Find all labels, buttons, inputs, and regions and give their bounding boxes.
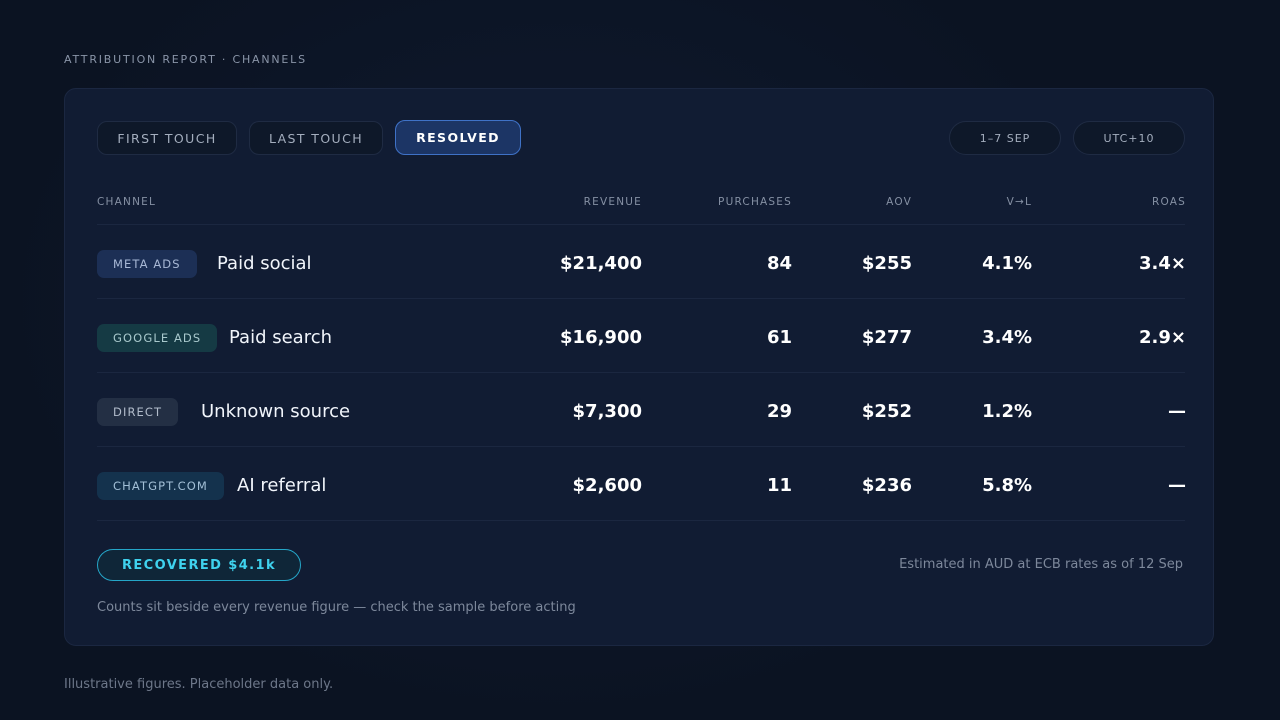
currency-estimate-note: Estimated in AUD at ECB rates as of 12 S… bbox=[899, 557, 1183, 572]
purchases-value: 11 bbox=[766, 475, 792, 496]
header-revenue: REVENUE bbox=[583, 196, 642, 208]
table-row[interactable]: GOOGLE ADS Paid search $16,900 61 $277 3… bbox=[65, 299, 1215, 373]
table-row[interactable]: DIRECT Unknown source $7,300 29 $252 1.2… bbox=[65, 373, 1215, 447]
purchases-value: 84 bbox=[766, 253, 792, 274]
aov-value: $255 bbox=[861, 253, 912, 274]
revenue-value: $21,400 bbox=[560, 253, 642, 274]
aov-value: $252 bbox=[861, 401, 912, 422]
revenue-value: $7,300 bbox=[572, 401, 642, 422]
v-l-value: 3.4% bbox=[982, 327, 1032, 348]
channel-tag: CHATGPT.COM bbox=[97, 472, 224, 500]
attribution-panel: FIRST TOUCH LAST TOUCH RESOLVED 1–7 SEP … bbox=[64, 88, 1214, 646]
header-channel: CHANNEL bbox=[97, 196, 157, 208]
channel-tag: GOOGLE ADS bbox=[97, 324, 218, 352]
sample-caveat: Counts sit beside every revenue figure —… bbox=[97, 600, 576, 615]
header-roas: ROAS bbox=[1151, 196, 1186, 208]
tab-resolved[interactable]: RESOLVED bbox=[395, 120, 521, 155]
aov-value: $236 bbox=[861, 475, 912, 496]
channel-name: AI referral bbox=[237, 475, 327, 496]
header-aov: AOV bbox=[886, 196, 912, 208]
v-l-value: 5.8% bbox=[982, 475, 1032, 496]
report-eyebrow: ATTRIBUTION REPORT · CHANNELS bbox=[64, 53, 307, 66]
table-row[interactable]: META ADS Paid social $21,400 84 $255 4.1… bbox=[65, 225, 1215, 299]
header-purchases: PURCHASES bbox=[718, 196, 792, 208]
channel-name: Unknown source bbox=[201, 401, 351, 422]
purchases-value: 29 bbox=[766, 401, 792, 422]
row-divider bbox=[97, 520, 1185, 521]
tab-last-touch[interactable]: LAST TOUCH bbox=[249, 121, 383, 155]
v-l-value: 1.2% bbox=[982, 401, 1032, 422]
purchases-value: 61 bbox=[766, 327, 792, 348]
footer-disclaimer: Illustrative figures. Placeholder data o… bbox=[64, 677, 334, 692]
channel-name: Paid social bbox=[217, 253, 312, 274]
date-range-filter[interactable]: 1–7 SEP bbox=[949, 121, 1061, 155]
channel-tag: DIRECT bbox=[97, 398, 179, 426]
revenue-value: $2,600 bbox=[572, 475, 642, 496]
recovered-badge: RECOVERED $4.1k bbox=[97, 549, 301, 581]
timezone-filter[interactable]: UTC+10 bbox=[1073, 121, 1185, 155]
channel-tag: META ADS bbox=[97, 250, 197, 278]
roas-value: 2.9× bbox=[1139, 327, 1186, 348]
roas-value: — bbox=[1168, 475, 1186, 496]
roas-value: 3.4× bbox=[1139, 253, 1186, 274]
channel-name: Paid search bbox=[229, 327, 333, 348]
revenue-value: $16,900 bbox=[560, 327, 642, 348]
aov-value: $277 bbox=[861, 327, 912, 348]
table-row[interactable]: CHATGPT.COM AI referral $2,600 11 $236 5… bbox=[65, 447, 1215, 521]
header-v-l: V→L bbox=[1006, 196, 1032, 208]
roas-value: — bbox=[1168, 401, 1186, 422]
tab-first-touch[interactable]: FIRST TOUCH bbox=[97, 121, 237, 155]
v-l-value: 4.1% bbox=[982, 253, 1032, 274]
